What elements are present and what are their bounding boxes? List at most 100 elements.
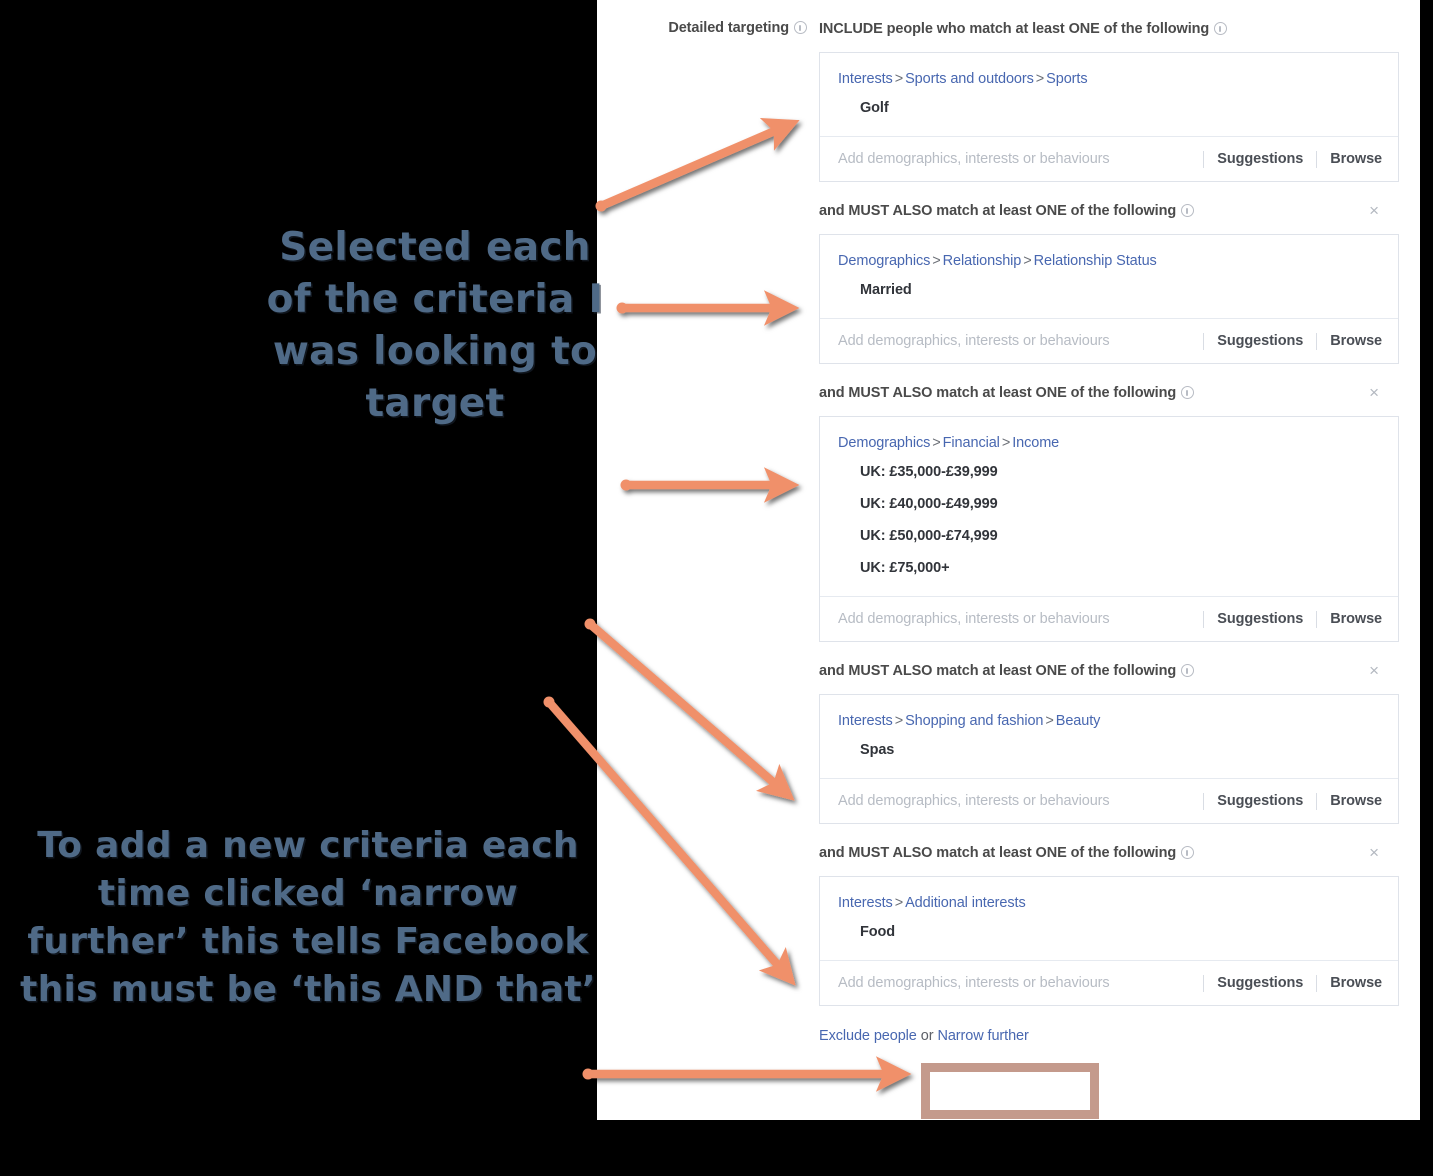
selected-criteria-item[interactable]: UK: £50,000-£74,999 [838,525,1380,548]
breadcrumb: Demographics > Relationship > Relationship S… [838,251,1380,271]
section-header-label: and MUST ALSO match at least ONE of the … [819,203,1177,219]
arrow-to-narrow-tail-dot [582,1068,594,1080]
selected-criteria-item[interactable]: Spas [838,739,1380,762]
breadcrumb-link[interactable]: Beauty [1056,713,1101,729]
suggestions-button[interactable]: Suggestions [1204,793,1316,809]
section-header-label: and MUST ALSO match at least ONE of the … [819,845,1177,861]
browse-button[interactable]: Browse [1317,611,1382,627]
criteria-box-2: Demographics > Financial > Income UK: £35,000… [819,416,1399,642]
info-icon[interactable] [1214,22,1228,35]
section-header-label: INCLUDE people who match at least ONE of… [819,21,1210,37]
breadcrumb-separator: > [932,253,941,269]
breadcrumb-link[interactable]: Relationship Status [1034,253,1157,269]
section-header-4: and MUST ALSO match at least ONE of the … [819,824,1399,876]
add-targeting-input[interactable] [838,793,1204,809]
breadcrumb-link[interactable]: Demographics [838,253,930,269]
suggestions-button[interactable]: Suggestions [1204,975,1316,991]
detailed-targeting-label-text: Detailed targeting [668,20,789,36]
close-icon[interactable]: × [1369,384,1379,401]
browse-button[interactable]: Browse [1317,151,1382,167]
footer-or-label: or [920,1028,934,1044]
criteria-selection-area: Demographics > Financial > Income UK: £35,000… [820,417,1398,597]
criteria-selection-area: Interests > Shopping and fashion > Beauty Spa… [820,695,1398,779]
add-targeting-input[interactable] [838,611,1204,627]
selected-criteria-item[interactable]: UK: £75,000+ [838,557,1380,580]
annotation-bottom-text: To add a new criteria each time clicked … [20,825,596,1010]
info-icon[interactable] [1181,204,1195,217]
criteria-box-0: Interests > Sports and outdoors > Sports Golf… [819,52,1399,182]
selected-criteria-item[interactable]: Golf [838,97,1380,120]
arrow-to-food-tail-dot [543,696,555,708]
narrow-further-link[interactable]: Narrow further [937,1028,1028,1044]
breadcrumb-link[interactable]: Demographics [838,435,930,451]
selected-criteria-item[interactable]: Food [838,921,1380,944]
criteria-box-4: Interests>Additional interests Food Sugges… [819,876,1399,1006]
criteria-box-1: Demographics > Relationship > Relationship S… [819,234,1399,364]
add-targeting-input[interactable] [838,975,1204,991]
browse-button[interactable]: Browse [1317,975,1382,991]
criteria-input-row: SuggestionsBrowse [820,597,1398,641]
criteria-input-row: SuggestionsBrowse [820,779,1398,823]
screenshot-stage: Detailed targeting INCLUDE people who ma… [0,0,1433,1176]
selected-criteria-item[interactable]: Married [838,279,1380,302]
browse-button[interactable]: Browse [1317,793,1382,809]
info-icon[interactable] [1181,386,1195,399]
breadcrumb-link[interactable]: Sports and outdoors [905,71,1034,87]
info-icon[interactable] [1181,846,1195,859]
breadcrumb-separator: > [1045,713,1054,729]
breadcrumb-link[interactable]: Relationship [943,253,1022,269]
info-icon[interactable] [794,21,807,34]
add-targeting-input[interactable] [838,151,1204,167]
breadcrumb-link[interactable]: Shopping and fashion [905,713,1043,729]
criteria-input-row: SuggestionsBrowse [820,961,1398,1005]
add-targeting-input[interactable] [838,333,1204,349]
breadcrumb-link[interactable]: Financial [943,435,1000,451]
criteria-selection-area: Demographics > Relationship > Relationship S… [820,235,1398,319]
breadcrumb: Interests > Additional interests [838,893,1380,913]
info-icon[interactable] [1181,664,1195,677]
breadcrumb-separator: > [1001,435,1011,451]
criteria-input-row: SuggestionsBrowse [820,137,1398,181]
breadcrumb-link[interactable]: Interests [838,713,893,729]
section-header-3: and MUST ALSO match at least ONE of the … [819,642,1399,694]
breadcrumb-link[interactable]: Interests [838,71,893,87]
breadcrumb-separator: > [894,713,904,729]
annotation-top-text: Selected each of the criteria I was look… [266,225,604,426]
section-header-label: and MUST ALSO match at least ONE of the … [819,663,1177,679]
breadcrumb-link[interactable]: Sports [1046,71,1087,87]
browse-button[interactable]: Browse [1317,333,1382,349]
breadcrumb-separator: > [894,895,904,911]
close-icon[interactable]: × [1369,662,1379,679]
arrow-to-spas-tail-dot [584,618,596,630]
section-header-2: and MUST ALSO match at least ONE of the … [819,364,1399,416]
criteria-input-row: SuggestionsBrowse [820,319,1398,363]
breadcrumb-separator: > [1035,71,1045,87]
criteria-box-3: Interests > Shopping and fashion > Beauty Spa… [819,694,1399,824]
section-header-1: and MUST ALSO match at least ONE of the … [819,182,1399,234]
close-icon[interactable]: × [1369,202,1379,219]
breadcrumb-link[interactable]: Income [1012,435,1059,451]
breadcrumb: Interests > Shopping and fashion > Beauty [838,711,1380,731]
selected-criteria-item[interactable]: UK: £40,000-£49,999 [838,493,1380,516]
close-icon[interactable]: × [1369,844,1379,861]
criteria-selection-area: Interests > Additional interests Food [820,877,1398,961]
suggestions-button[interactable]: Suggestions [1204,333,1316,349]
breadcrumb: Demographics > Financial > Income [838,433,1380,453]
breadcrumb-link[interactable]: Interests [838,895,893,911]
section-header-0: INCLUDE people who match at least ONE of… [819,0,1399,52]
criteria-sections-column: INCLUDE people who match at least ONE of… [819,0,1399,1044]
exclude-people-link[interactable]: Exclude people [819,1028,917,1044]
suggestions-button[interactable]: Suggestions [1204,611,1316,627]
suggestions-button[interactable]: Suggestions [1204,151,1316,167]
section-header-label: and MUST ALSO match at least ONE of the … [819,385,1177,401]
breadcrumb-separator: > [1023,253,1032,269]
detailed-targeting-panel: Detailed targeting INCLUDE people who ma… [597,0,1420,1120]
targeting-footer-links: Exclude people or Narrow further [819,1006,1399,1044]
selected-criteria-item[interactable]: UK: £35,000-£39,999 [838,461,1380,484]
criteria-selection-area: Interests > Sports and outdoors > Sports Golf [820,53,1398,137]
breadcrumb-separator: > [932,435,941,451]
breadcrumb-separator: > [894,71,904,87]
detailed-targeting-label: Detailed targeting [655,20,807,36]
breadcrumb: Interests > Sports and outdoors > Sports [838,69,1380,89]
breadcrumb-link[interactable]: Additional interests [905,895,1026,911]
